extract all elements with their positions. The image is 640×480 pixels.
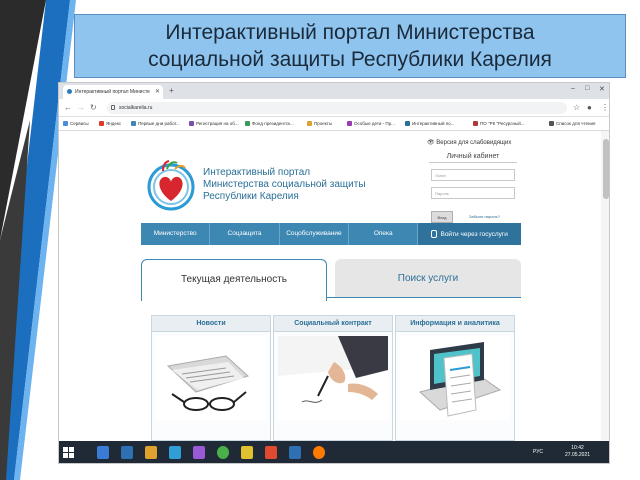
taskbar-app-icon[interactable] xyxy=(265,446,277,459)
profile-icon[interactable]: ● xyxy=(587,103,592,112)
url-input[interactable]: socialkarelia.ru xyxy=(107,102,567,114)
news-card[interactable]: Новости xyxy=(151,315,271,441)
bookmark-item[interactable]: Первые дни работ... xyxy=(131,121,180,126)
info-analytics-card[interactable]: Информация и аналитика xyxy=(395,315,515,441)
bookmark-item[interactable]: Фонд президентск... xyxy=(245,121,294,126)
bookmark-icon xyxy=(473,121,478,126)
site-header: Интерактивный портал Министерства социал… xyxy=(141,149,521,223)
bookmark-item[interactable]: Список для чтения xyxy=(549,121,595,126)
menu-dots-icon[interactable]: ⋮ xyxy=(601,103,609,112)
website: 👁 Версия для слабовидящих Интерактивный … xyxy=(141,135,521,441)
info-analytics-card-title: Информация и аналитика xyxy=(396,316,514,332)
windows-start-icon[interactable] xyxy=(63,447,74,458)
reload-icon[interactable]: ↻ xyxy=(90,103,97,112)
windows-taskbar: РУС 10:42 27.05.2021 xyxy=(59,441,609,463)
site-favicon-icon xyxy=(67,89,72,94)
news-card-title: Новости xyxy=(152,316,270,332)
social-contract-card-title: Социальный контракт xyxy=(274,316,392,332)
close-tab-icon[interactable]: ✕ xyxy=(155,88,160,95)
eye-icon: 👁 xyxy=(427,140,437,146)
forward-icon[interactable]: → xyxy=(77,103,85,112)
bookmark-item[interactable]: Регистрация на об... xyxy=(189,121,239,126)
bookmark-item[interactable]: Яндекс xyxy=(99,121,121,126)
firefox-icon[interactable] xyxy=(313,446,325,459)
site-main-menu: Министерство Соцзащита Соцобслуживание О… xyxy=(141,223,521,245)
bookmark-item[interactable]: ПО "РК "Ресурсный... xyxy=(473,121,525,126)
login-title: Личный кабинет xyxy=(429,153,517,163)
laptop-receipt-image xyxy=(400,336,510,420)
browser-tab-title: Интерактивный портал Министе xyxy=(75,89,150,95)
taskbar-app-icon[interactable] xyxy=(169,446,181,459)
menu-item-social-protection[interactable]: Соцзащита xyxy=(210,223,280,245)
bookmark-item[interactable]: Сервисы xyxy=(63,121,89,126)
content-cards: Новости Социальный контракт Информация и… xyxy=(151,315,521,441)
chrome-icon[interactable] xyxy=(217,446,229,459)
bookmark-item[interactable]: Интерактивный по... xyxy=(405,121,454,126)
new-tab-button[interactable]: + xyxy=(169,86,174,95)
low-vision-link[interactable]: 👁 Версия для слабовидящих xyxy=(427,139,511,146)
url-text: socialkarelia.ru xyxy=(119,105,153,111)
menu-item-ministry[interactable]: Министерство xyxy=(141,223,211,245)
taskbar-app-icon[interactable] xyxy=(121,446,133,459)
back-icon[interactable]: ← xyxy=(64,103,72,112)
bookmarks-bar: Сервисы Яндекс Первые дни работ... Регис… xyxy=(59,117,609,131)
bookmark-icon xyxy=(99,121,104,126)
word-icon[interactable] xyxy=(289,446,301,459)
password-field[interactable]: Пароль xyxy=(431,187,515,199)
taskbar-app-icon[interactable] xyxy=(145,446,157,459)
browser-tabbar: Интерактивный портал Министе ✕ + – □ ✕ xyxy=(59,83,609,99)
bookmark-icon xyxy=(131,121,136,126)
bookmark-item[interactable]: Особые дети - Пр... xyxy=(347,121,395,126)
ministry-logo-icon xyxy=(147,160,195,211)
social-contract-card[interactable]: Социальный контракт xyxy=(273,315,393,441)
login-button[interactable]: Вход xyxy=(431,211,453,223)
bookmark-icon xyxy=(63,121,68,126)
minimize-button[interactable]: – xyxy=(571,85,575,92)
newspaper-glasses-image xyxy=(156,336,266,420)
maximize-button[interactable]: □ xyxy=(585,85,589,92)
bookmark-icon xyxy=(189,121,194,126)
tray-language[interactable]: РУС xyxy=(533,449,543,455)
page-scrollbar[interactable] xyxy=(601,131,609,441)
bookmark-icon xyxy=(245,121,250,126)
gosuslugi-icon xyxy=(431,230,438,238)
bookmark-icon xyxy=(307,121,312,126)
taskbar-app-icon[interactable] xyxy=(193,446,205,459)
bookmark-icon xyxy=(549,121,554,126)
menu-item-guardianship[interactable]: Опека xyxy=(349,223,419,245)
browser-screenshot: Интерактивный портал Министе ✕ + – □ ✕ ←… xyxy=(58,82,610,464)
bookmark-item[interactable]: Проекты xyxy=(307,121,332,126)
scrollbar-thumb[interactable] xyxy=(603,139,609,199)
slide-title: Интерактивный портал Министерства социал… xyxy=(148,21,552,71)
bookmark-icon xyxy=(405,121,410,126)
login-field[interactable]: Логин xyxy=(431,169,515,181)
slide-title-box: Интерактивный портал Министерства социал… xyxy=(74,14,626,78)
menu-item-social-service[interactable]: Соцобслуживание xyxy=(280,223,350,245)
lock-icon xyxy=(111,105,115,110)
taskbar-app-icon[interactable] xyxy=(241,446,253,459)
login-panel: Личный кабинет Логин Пароль Вход Забыли … xyxy=(429,153,517,223)
signing-document-image xyxy=(278,336,388,420)
site-title: Интерактивный портал Министерства социал… xyxy=(203,167,366,202)
tab-service-search[interactable]: Поиск услуги xyxy=(335,259,521,297)
browser-tab[interactable]: Интерактивный портал Министе ✕ xyxy=(63,85,163,99)
gosuslugi-login-button[interactable]: Войти через госуслуги xyxy=(418,223,521,245)
forgot-password-link[interactable]: Забыли пароль? xyxy=(469,214,500,219)
address-bar-row: ← → ↻ socialkarelia.ru ☆ ● ⋮ xyxy=(59,99,609,117)
tab-divider xyxy=(327,297,521,298)
close-window-button[interactable]: ✕ xyxy=(599,85,605,93)
bookmark-star-icon[interactable]: ☆ xyxy=(573,103,580,112)
taskbar-app-icon[interactable] xyxy=(97,446,109,459)
taskbar-clock[interactable]: 10:42 27.05.2021 xyxy=(565,445,590,459)
bookmark-icon xyxy=(347,121,352,126)
tab-current-activity[interactable]: Текущая деятельность xyxy=(141,259,327,301)
